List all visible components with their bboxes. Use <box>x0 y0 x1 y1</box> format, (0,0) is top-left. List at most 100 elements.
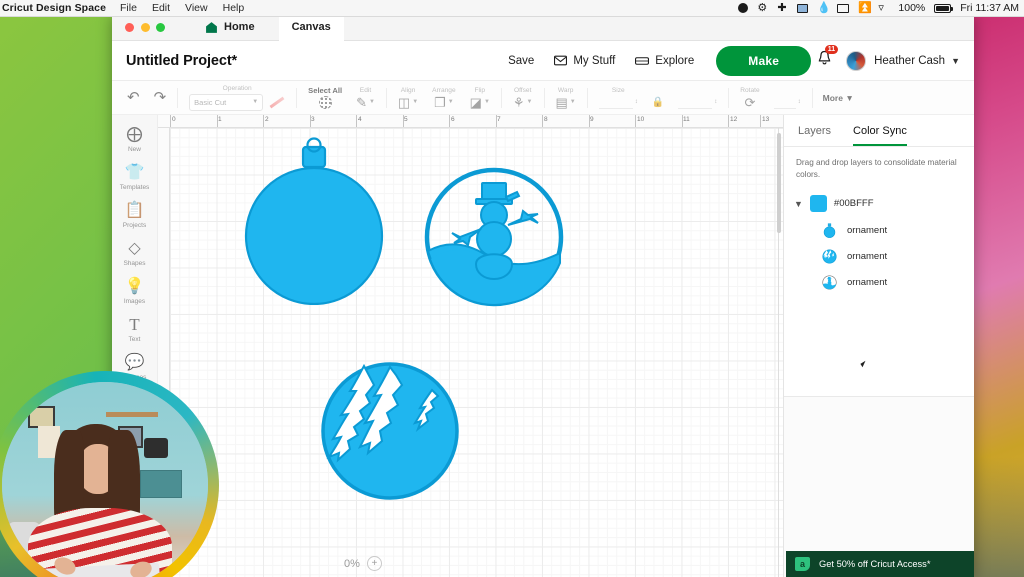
sidebar-item-projects[interactable]: 📋 Projects <box>112 201 158 230</box>
select-all-button[interactable]: Select All <box>301 81 349 115</box>
more-button[interactable]: More ▼ <box>823 93 854 103</box>
select-all-icon <box>318 95 332 109</box>
sidebar-item-templates[interactable]: 👕 Templates <box>112 163 158 192</box>
layer-row-1[interactable]: ornament <box>784 212 974 238</box>
undo-button[interactable]: ↶ <box>120 81 147 115</box>
airplay-icon[interactable] <box>837 3 850 13</box>
flip-button[interactable]: Flip ◪ ▼ <box>463 81 497 115</box>
menu-clock: Fri 11:37 AM <box>960 2 1019 14</box>
wifi-icon[interactable]: ▿ <box>878 2 889 14</box>
color-group-row[interactable]: ▼ #00BFFF <box>784 181 974 212</box>
droplet-icon[interactable]: 💧 <box>817 2 831 14</box>
notifications-button[interactable]: 11 <box>817 45 839 71</box>
warp-button[interactable]: Warp ▤ ▼ <box>549 81 583 115</box>
layer-row-2[interactable]: ornament <box>784 238 974 264</box>
lock-icon: 🔒 <box>651 96 665 108</box>
operation-control[interactable]: Operation Basic Cut ▼ <box>182 81 292 115</box>
menu-item-view[interactable]: View <box>185 2 208 14</box>
shelf-box <box>140 470 182 498</box>
redo-button[interactable]: ↷ <box>147 81 174 115</box>
tab-layers[interactable]: Layers <box>798 125 831 146</box>
layer-name: ornament <box>847 225 888 236</box>
menu-item-help[interactable]: Help <box>223 2 245 14</box>
offset-button[interactable]: Offset ⚘ ▼ <box>506 81 540 115</box>
canvas-shape-ornament-snowman[interactable] <box>424 167 564 307</box>
window-controls[interactable] <box>125 22 165 32</box>
color-swatch-icon[interactable] <box>269 96 285 108</box>
promo-text: Get 50% off Cricut Access* <box>819 559 931 569</box>
tab-color-sync[interactable]: Color Sync <box>853 125 907 146</box>
menu-app-name[interactable]: Cricut Design Space <box>2 2 106 14</box>
more-label: More <box>822 92 843 103</box>
size-label: Size <box>611 86 625 94</box>
canvas-shape-ornament-ball[interactable] <box>238 137 390 305</box>
page-title[interactable]: Untitled Project* <box>126 53 237 69</box>
clipboard-icon: 📋 <box>124 201 145 219</box>
zoom-controls[interactable]: 0% + <box>344 556 382 571</box>
screen-share-icon[interactable] <box>797 3 809 13</box>
sidebar-item-text[interactable]: T Text <box>112 315 158 343</box>
ruler-tick: 5 <box>404 116 408 123</box>
operation-select[interactable]: Basic Cut ▼ <box>189 93 264 111</box>
menu-item-file[interactable]: File <box>120 2 137 14</box>
size-lock-button[interactable]: 🔒 <box>645 81 671 115</box>
speech-bubble-icon: 💬 <box>124 353 145 371</box>
record-icon[interactable] <box>738 3 749 13</box>
stepper-icon[interactable]: ↕ <box>714 96 717 109</box>
bluetooth-icon[interactable]: ⏫ <box>858 2 872 14</box>
make-button[interactable]: Make <box>716 45 812 76</box>
undo-icon: ↶ <box>127 89 140 106</box>
align-button[interactable]: Align ◫ ▼ <box>391 81 425 115</box>
close-window-button[interactable] <box>125 22 134 32</box>
user-name[interactable]: Heather Cash <box>874 55 945 67</box>
canvas-vertical-scrollbar[interactable] <box>777 133 781 233</box>
save-button[interactable]: Save <box>508 55 534 67</box>
rotate-control[interactable]: Rotate ⟳ <box>733 81 766 115</box>
tab-home[interactable]: Home <box>195 14 265 41</box>
window-titlebar: Home Canvas <box>112 14 974 41</box>
size-control[interactable]: Size ↕ <box>592 81 645 115</box>
ornament-ball-thumb-icon <box>823 223 836 238</box>
sidebar-item-new[interactable]: ⨁ New <box>112 125 158 154</box>
app-body: ⨁ New 👕 Templates 📋 Projects ◇ Shapes 💡 … <box>112 115 974 577</box>
zoom-in-button[interactable]: + <box>366 556 382 571</box>
design-canvas[interactable]: 0 1 2 3 4 5 6 7 8 9 10 11 12 13 0% + <box>158 115 783 577</box>
size-width-input[interactable] <box>598 96 633 109</box>
stepper-icon[interactable]: ↕ <box>635 96 638 109</box>
sidebar-item-label: Images <box>123 298 146 305</box>
edit-button[interactable]: Edit ✎ ▼ <box>349 81 382 115</box>
ornament-snowman-thumb-icon <box>822 275 837 290</box>
canvas-shape-ornament-trees[interactable] <box>320 361 460 501</box>
maximize-window-button[interactable] <box>156 22 165 32</box>
circle-plus-icon[interactable]: ✚ <box>777 2 788 14</box>
home-icon <box>206 21 217 33</box>
rotate-input[interactable] <box>773 96 796 109</box>
color-swatch[interactable] <box>809 195 827 212</box>
sidebar-item-label: Templates <box>119 184 150 191</box>
ruler-tick: 12 <box>730 116 738 123</box>
panel-empty-area <box>784 397 974 577</box>
stepper-icon[interactable]: ↕ <box>798 96 801 109</box>
mac-menu-bar: Cricut Design Space File Edit View Help … <box>0 0 1024 17</box>
chevron-down-icon[interactable]: ▼ <box>794 199 803 209</box>
tab-canvas[interactable]: Canvas <box>278 14 344 41</box>
sidebar-item-shapes[interactable]: ◇ Shapes <box>112 239 158 268</box>
avatar[interactable] <box>846 50 867 71</box>
sidebar-item-images[interactable]: 💡 Images <box>112 277 158 306</box>
arrange-button[interactable]: Arrange ❐ ▼ <box>425 81 462 115</box>
menu-item-edit[interactable]: Edit <box>152 2 170 14</box>
size-height-control[interactable]: ↕ <box>671 81 724 115</box>
explore-button[interactable]: Explore <box>635 55 694 67</box>
notification-badge: 11 <box>824 45 839 54</box>
my-stuff-button[interactable]: My Stuff <box>554 55 615 67</box>
chevron-down-icon[interactable]: ▼ <box>951 56 960 66</box>
promo-banner[interactable]: a Get 50% off Cricut Access* <box>786 551 974 577</box>
ruler-tick: 11 <box>683 116 690 123</box>
layer-row-3[interactable]: ornament <box>784 264 974 290</box>
layer-name: ornament <box>847 277 888 288</box>
gear-icon[interactable]: ⚙ <box>757 2 768 14</box>
minimize-window-button[interactable] <box>140 22 150 32</box>
size-height-input[interactable] <box>678 96 713 109</box>
edit-toolbar: ↶ ↷ Operation Basic Cut ▼ Select All Edi… <box>112 81 974 115</box>
rotate-value-control[interactable]: ↕ <box>767 81 808 115</box>
